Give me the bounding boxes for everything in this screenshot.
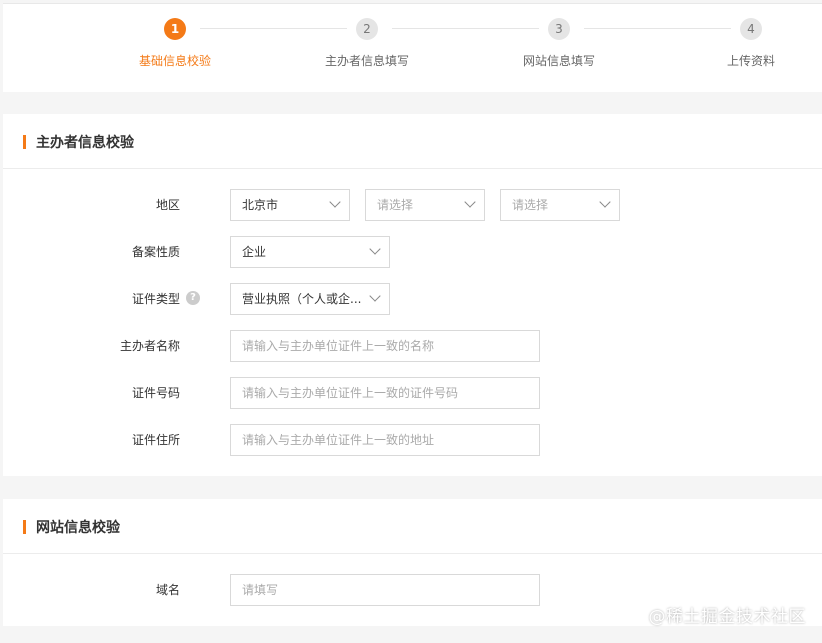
city-placeholder: 请选择: [377, 198, 414, 212]
step-label: 上传资料: [726, 54, 775, 68]
step-2: 2 主办者信息填写: [307, 18, 427, 69]
cert-number-placeholder: 请输入与主办单位证件上一致的证件号码: [242, 386, 459, 400]
section-accent-bar: [23, 135, 26, 149]
city-select[interactable]: 请选择: [365, 189, 485, 221]
chevron-down-icon: [369, 290, 381, 302]
cert-type-value: 营业执照（个人或企...: [242, 292, 362, 306]
province-value: 北京市: [242, 198, 279, 212]
filing-nature-value: 企业: [242, 245, 267, 259]
step-number: 3: [548, 18, 570, 40]
chevron-down-icon: [329, 196, 341, 208]
step-3: 3 网站信息填写: [499, 18, 619, 69]
filing-nature-select[interactable]: 企业: [230, 236, 390, 268]
sponsor-name-input[interactable]: 请输入与主办单位证件上一致的名称: [230, 330, 540, 362]
step-label: 网站信息填写: [522, 54, 595, 68]
section-accent-bar: [23, 520, 26, 534]
help-icon[interactable]: ?: [186, 291, 200, 305]
section-title: 主办者信息校验: [36, 135, 134, 151]
domain-input[interactable]: 请填写: [230, 574, 540, 606]
sponsor-name-placeholder: 请输入与主办单位证件上一致的名称: [242, 339, 435, 353]
cert-address-row: 证件住所 请输入与主办单位证件上一致的地址: [3, 424, 822, 456]
progress-steps: 1 基础信息校验 2 主办者信息填写 3 网站信息填写 4 上传资料: [3, 3, 822, 92]
section-title: 网站信息校验: [36, 520, 120, 536]
chevron-down-icon: [599, 196, 611, 208]
cert-address-label: 证件住所: [131, 433, 180, 447]
sponsor-info-section: 主办者信息校验 地区 北京市 请选择 请选择 备案性质 企业 证件类型 ? 营业…: [3, 114, 822, 476]
cert-address-placeholder: 请输入与主办单位证件上一致的地址: [242, 433, 435, 447]
section-header: 主办者信息校验: [3, 114, 822, 169]
cert-type-select[interactable]: 营业执照（个人或企...: [230, 283, 390, 315]
region-row: 地区 北京市 请选择 请选择: [3, 189, 822, 221]
region-label: 地区: [155, 198, 180, 212]
cert-number-input[interactable]: 请输入与主办单位证件上一致的证件号码: [230, 377, 540, 409]
step-label: 基础信息校验: [138, 54, 211, 68]
sponsor-name-label: 主办者名称: [119, 339, 180, 353]
domain-placeholder: 请填写: [242, 583, 279, 597]
step-1: 1 基础信息校验: [115, 18, 235, 69]
step-4: 4 上传资料: [691, 18, 811, 69]
cert-number-row: 证件号码 请输入与主办单位证件上一致的证件号码: [3, 377, 822, 409]
section-header: 网站信息校验: [3, 499, 822, 554]
step-number: 2: [356, 18, 378, 40]
step-label: 主办者信息填写: [324, 54, 409, 68]
cert-address-input[interactable]: 请输入与主办单位证件上一致的地址: [230, 424, 540, 456]
cert-type-label: 证件类型: [131, 292, 180, 306]
step-number: 4: [740, 18, 762, 40]
domain-label: 域名: [155, 583, 180, 597]
province-select[interactable]: 北京市: [230, 189, 350, 221]
district-select[interactable]: 请选择: [500, 189, 620, 221]
cert-number-label: 证件号码: [131, 386, 180, 400]
watermark: @稀土掘金技术社区: [648, 607, 806, 627]
district-placeholder: 请选择: [512, 198, 549, 212]
sponsor-name-row: 主办者名称 请输入与主办单位证件上一致的名称: [3, 330, 822, 362]
filing-nature-label: 备案性质: [131, 245, 180, 259]
chevron-down-icon: [369, 243, 381, 255]
filing-nature-row: 备案性质 企业: [3, 236, 822, 268]
step-number: 1: [164, 18, 186, 40]
cert-type-row: 证件类型 ? 营业执照（个人或企...: [3, 283, 822, 315]
chevron-down-icon: [464, 196, 476, 208]
